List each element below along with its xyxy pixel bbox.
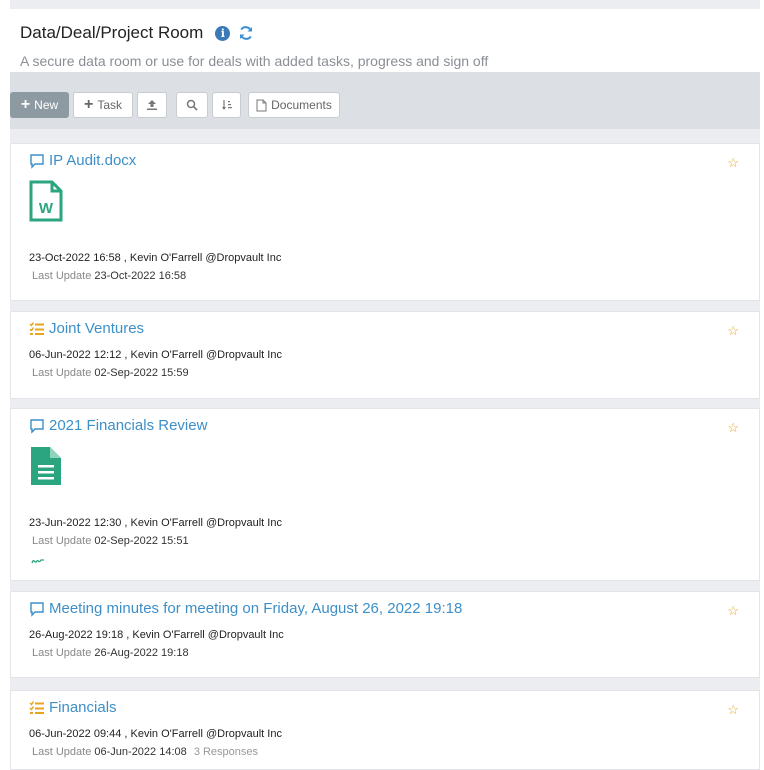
- last-update-value: 02-Sep-2022 15:51: [94, 535, 189, 547]
- page-header: Data/Deal/Project Room i A secure data r…: [10, 9, 760, 72]
- task-list-icon: [29, 700, 44, 714]
- upload-button[interactable]: [137, 92, 167, 118]
- item-title: Financials: [49, 699, 117, 716]
- top-strip: [10, 0, 760, 9]
- item-created: 06-Jun-2022 12:12 , Kevin O'Farrell @Dro…: [29, 349, 282, 361]
- signature-icon: [31, 555, 45, 569]
- signature-graphic: [31, 559, 44, 564]
- word-document-icon[interactable]: W: [29, 180, 63, 222]
- item-title-link[interactable]: Financials: [29, 699, 117, 716]
- item-last-update: Last Update 02-Sep-2022 15:59: [32, 367, 189, 379]
- last-update-value: 06-Jun-2022 14:08: [94, 746, 187, 758]
- last-update-value: 26-Aug-2022 19:18: [94, 647, 189, 659]
- document-icon: [256, 99, 267, 111]
- page: Data/Deal/Project Room i A secure data r…: [10, 0, 760, 770]
- text-document-icon[interactable]: [29, 445, 63, 487]
- add-task-button[interactable]: + Task: [73, 92, 133, 118]
- title-row: Data/Deal/Project Room i: [20, 23, 254, 43]
- last-update-label: Last Update: [32, 270, 92, 282]
- list-item: Meeting minutes for meeting on Friday, A…: [10, 591, 760, 678]
- page-title: Data/Deal/Project Room: [20, 23, 204, 42]
- list-item: IP Audit.docx ☆ W 23-Oct-2022 16:58 , Ke…: [10, 143, 760, 301]
- documents-button[interactable]: Documents: [248, 92, 340, 118]
- responses-count[interactable]: 3 Responses: [194, 746, 258, 758]
- item-last-update: Last Update 02-Sep-2022 15:51: [32, 535, 189, 547]
- item-title-link[interactable]: 2021 Financials Review: [29, 417, 207, 434]
- last-update-label: Last Update: [32, 746, 92, 758]
- item-title-link[interactable]: Joint Ventures: [29, 320, 144, 337]
- search-button[interactable]: [176, 92, 208, 118]
- item-last-update: Last Update 23-Oct-2022 16:58: [32, 270, 186, 282]
- item-last-update: Last Update 26-Aug-2022 19:18: [32, 647, 189, 659]
- item-title: 2021 Financials Review: [49, 417, 208, 434]
- item-created: 23-Oct-2022 16:58 , Kevin O'Farrell @Dro…: [29, 252, 282, 264]
- comment-icon: [30, 418, 44, 434]
- documents-button-label: Documents: [271, 98, 332, 112]
- info-icon[interactable]: i: [215, 25, 231, 41]
- item-title: Meeting minutes for meeting on Friday, A…: [49, 600, 463, 617]
- item-created: 26-Aug-2022 19:18 , Kevin O'Farrell @Dro…: [29, 629, 284, 641]
- item-title-link[interactable]: IP Audit.docx: [29, 152, 136, 169]
- item-title: IP Audit.docx: [49, 152, 137, 169]
- star-icon[interactable]: ☆: [727, 702, 739, 718]
- last-update-label: Last Update: [32, 367, 92, 379]
- comment-icon: [30, 153, 44, 169]
- new-button[interactable]: + New: [10, 92, 69, 118]
- text-file-graphic: [31, 447, 61, 485]
- last-update-value: 02-Sep-2022 15:59: [94, 367, 189, 379]
- word-file-graphic: W: [29, 180, 63, 222]
- star-icon[interactable]: ☆: [727, 420, 739, 436]
- star-icon[interactable]: ☆: [727, 155, 739, 171]
- star-icon[interactable]: ☆: [727, 323, 739, 339]
- comment-icon: [30, 601, 44, 617]
- task-button-label: Task: [97, 98, 123, 112]
- page-subtitle: A secure data room or use for deals with…: [20, 53, 489, 69]
- list-item: 2021 Financials Review ☆ 23-Jun-2022 12:…: [10, 408, 760, 581]
- last-update-label: Last Update: [32, 535, 92, 547]
- plus-icon: +: [20, 96, 31, 113]
- list-item: Financials ☆ 06-Jun-2022 09:44 , Kevin O…: [10, 690, 760, 770]
- refresh-icon[interactable]: [238, 25, 254, 41]
- item-created: 06-Jun-2022 09:44 , Kevin O'Farrell @Dro…: [29, 728, 282, 740]
- upload-icon: [147, 100, 157, 110]
- word-letter: W: [39, 200, 54, 217]
- last-update-value: 23-Oct-2022 16:58: [94, 270, 187, 282]
- sort-button[interactable]: [212, 92, 241, 118]
- last-update-label: Last Update: [32, 647, 92, 659]
- toolbar: + New + Task Documents: [10, 72, 760, 129]
- item-title: Joint Ventures: [49, 320, 145, 337]
- new-button-label: New: [34, 98, 59, 112]
- plus-icon: +: [83, 96, 94, 113]
- item-last-update: Last Update 06-Jun-2022 14:08 3 Response…: [32, 746, 258, 758]
- item-title-link[interactable]: Meeting minutes for meeting on Friday, A…: [29, 600, 462, 617]
- item-created: 23-Jun-2022 12:30 , Kevin O'Farrell @Dro…: [29, 517, 282, 529]
- list-item: Joint Ventures ☆ 06-Jun-2022 12:12 , Kev…: [10, 311, 760, 399]
- sort-icon: [221, 100, 232, 110]
- search-icon: [186, 99, 198, 111]
- task-list-icon: [29, 321, 44, 335]
- star-icon[interactable]: ☆: [727, 603, 739, 619]
